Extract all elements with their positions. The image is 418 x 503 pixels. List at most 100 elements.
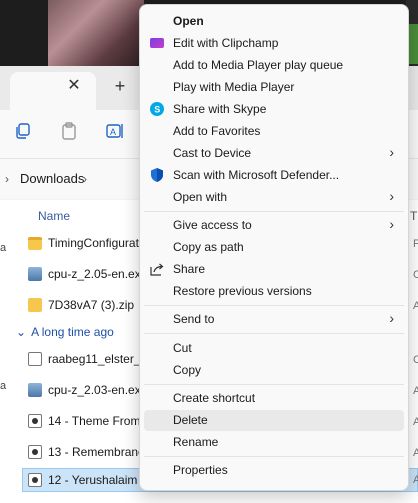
exe-icon [28, 267, 42, 281]
menu-item-label: Send to [173, 312, 215, 326]
context-menu: Open Edit with Clipchamp Add to Media Pl… [139, 4, 409, 491]
menu-item-cast-to-device[interactable]: Cast to Device › [144, 143, 404, 164]
menu-item-label: Scan with Microsoft Defender... [173, 168, 340, 182]
defender-icon [151, 168, 163, 182]
file-name: 7D38vA7 (3).zip [48, 298, 135, 312]
type-column-fragment: A [413, 416, 418, 428]
audio-icon [28, 445, 42, 459]
copy-icon[interactable] [14, 122, 32, 140]
document-icon [28, 352, 42, 366]
file-name: 13 - Remembrance [48, 445, 151, 459]
group-header-label: A long time ago [31, 325, 114, 339]
list-item[interactable]: cpu-z_2.05-en.exe [28, 262, 147, 286]
chevron-right-icon: › [389, 144, 394, 160]
menu-item-scan-with-defender[interactable]: Scan with Microsoft Defender... [144, 165, 404, 186]
menu-item-label: Give access to [173, 218, 252, 232]
rename-icon[interactable]: A [106, 122, 124, 140]
address-path[interactable]: Downloads [20, 171, 84, 186]
file-name: cpu-z_2.05-en.exe [48, 267, 148, 281]
menu-item-properties[interactable]: Properties [144, 460, 404, 481]
tab-close-icon[interactable]: ✕ [66, 78, 82, 94]
menu-item-copy[interactable]: Copy [144, 360, 404, 381]
menu-item-add-to-play-queue[interactable]: Add to Media Player play queue [144, 55, 404, 76]
list-item[interactable]: 7D38vA7 (3).zip [28, 293, 134, 317]
background-edge-accent [408, 24, 418, 64]
file-name: 14 - Theme From S [48, 414, 152, 428]
menu-item-label: Cast to Device [173, 146, 252, 160]
list-item[interactable]: TimingConfigurato [28, 231, 146, 255]
list-item[interactable]: 14 - Theme From S [28, 409, 152, 433]
explorer-tab[interactable] [10, 72, 96, 110]
audio-icon [28, 414, 42, 428]
chevron-right-icon: › [389, 310, 394, 326]
menu-item-create-shortcut[interactable]: Create shortcut [144, 388, 404, 409]
paste-icon[interactable] [60, 122, 78, 140]
menu-separator [144, 384, 404, 385]
nav-pane-fragment[interactable]: a [0, 380, 6, 392]
menu-item-label: Play with Media Player [173, 80, 295, 94]
menu-item-restore-previous-versions[interactable]: Restore previous versions [144, 281, 404, 302]
menu-item-label: Delete [173, 413, 208, 427]
menu-item-open[interactable]: Open [144, 11, 404, 32]
type-column-fragment: A [413, 447, 418, 459]
menu-separator [144, 333, 404, 334]
menu-item-edit-with-clipchamp[interactable]: Edit with Clipchamp [144, 33, 404, 54]
menu-item-label: Open with [173, 190, 228, 204]
menu-item-label: Share [173, 262, 206, 276]
menu-item-copy-as-path[interactable]: Copy as path [144, 237, 404, 258]
column-header-name[interactable]: Name [38, 209, 70, 223]
menu-item-add-to-favorites[interactable]: Add to Favorites [144, 121, 404, 142]
menu-item-send-to[interactable]: Send to › [144, 309, 404, 330]
menu-item-label: Share with Skype [173, 102, 267, 116]
address-chevron-icon[interactable]: › [5, 172, 9, 186]
nav-pane-fragment[interactable]: a [0, 242, 6, 254]
clipchamp-icon [150, 38, 164, 48]
menu-item-label: Restore previous versions [173, 284, 312, 298]
type-column-fragment: C [413, 354, 418, 366]
file-name: raabeg11_elster_30 [48, 352, 154, 366]
menu-separator [144, 305, 404, 306]
menu-separator [144, 211, 404, 212]
skype-icon: S [150, 102, 164, 116]
audio-icon [28, 473, 42, 487]
type-column-fragment: C [413, 269, 418, 281]
menu-item-label: Properties [173, 463, 228, 477]
menu-item-delete[interactable]: Delete [144, 410, 404, 431]
list-item[interactable]: 13 - Remembrance [28, 440, 151, 464]
menu-item-label: Edit with Clipchamp [173, 36, 279, 50]
new-tab-icon[interactable]: + [112, 77, 128, 95]
address-chevron-right-icon[interactable]: › [83, 172, 87, 186]
share-icon [150, 263, 164, 276]
column-header-type[interactable]: T [410, 209, 417, 223]
menu-item-label: Open [173, 14, 204, 28]
menu-item-label: Add to Favorites [173, 124, 261, 138]
list-item[interactable]: cpu-z_2.03-en.exe [28, 378, 147, 402]
menu-item-share[interactable]: Share [144, 259, 404, 280]
zip-icon [28, 298, 42, 312]
menu-item-play-with-media-player[interactable]: Play with Media Player [144, 77, 404, 98]
svg-text:S: S [154, 105, 160, 115]
exe-icon [28, 383, 42, 397]
menu-item-open-with[interactable]: Open with › [144, 187, 404, 208]
menu-item-label: Create shortcut [173, 391, 256, 405]
menu-item-label: Cut [173, 341, 192, 355]
group-header[interactable]: ⌄ A long time ago [16, 325, 114, 339]
svg-text:A: A [110, 127, 116, 137]
menu-item-give-access-to[interactable]: Give access to › [144, 215, 404, 236]
menu-item-label: Add to Media Player play queue [173, 58, 344, 72]
type-column-fragment: A [413, 385, 418, 397]
list-item[interactable]: raabeg11_elster_30 [28, 347, 154, 371]
background-photo [48, 0, 144, 66]
menu-item-rename[interactable]: Rename [144, 432, 404, 453]
chevron-right-icon: › [389, 188, 394, 204]
menu-item-share-with-skype[interactable]: S Share with Skype [144, 99, 404, 120]
menu-item-label: Copy as path [173, 240, 244, 254]
menu-separator [144, 456, 404, 457]
menu-item-label: Rename [173, 435, 219, 449]
menu-item-cut[interactable]: Cut [144, 338, 404, 359]
type-column-fragment: A [413, 300, 418, 312]
chevron-right-icon: › [389, 216, 394, 232]
type-column-fragment: A [413, 474, 418, 486]
type-column-fragment: F [413, 238, 418, 250]
chevron-down-icon[interactable]: ⌄ [16, 325, 26, 339]
